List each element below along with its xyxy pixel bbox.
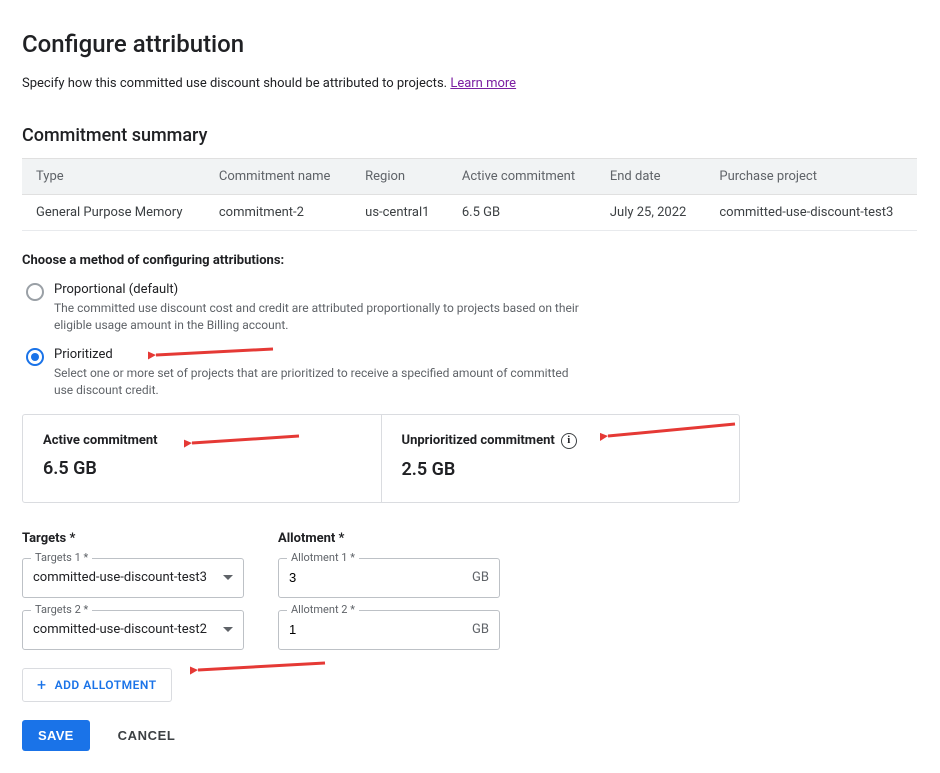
choose-method-label: Choose a method of configuring attributi… <box>22 253 918 268</box>
active-commitment-value: 6.5 GB <box>43 458 361 479</box>
chevron-down-icon <box>223 575 233 580</box>
targets-header: Targets * <box>22 531 244 546</box>
cancel-button[interactable]: CANCEL <box>114 720 180 751</box>
unprioritized-commitment-pane: Unprioritized commitment i 2.5 GB <box>381 415 740 502</box>
col-region: Region <box>351 159 448 195</box>
info-icon[interactable]: i <box>561 433 577 449</box>
targets-1-select[interactable]: Targets 1 * committed-use-discount-test3 <box>22 558 244 598</box>
intro-text: Specify how this committed use discount … <box>22 76 918 91</box>
cell-purchase-project: committed-use-discount-test3 <box>705 195 917 231</box>
cell-region: us-central1 <box>351 195 448 231</box>
radio-icon <box>26 348 44 366</box>
radio-prioritized[interactable]: Prioritized Select one or more set of pr… <box>26 347 586 400</box>
intro-body: Specify how this committed use discount … <box>22 76 450 91</box>
targets-1-value: committed-use-discount-test3 <box>33 570 207 585</box>
plus-icon: + <box>37 677 47 693</box>
radio-proportional-desc: The committed use discount cost and cred… <box>54 300 586 335</box>
targets-1-label: Targets 1 * <box>31 551 92 564</box>
allotment-1-input[interactable] <box>289 570 466 585</box>
table-row: General Purpose Memory commitment-2 us-c… <box>22 195 917 231</box>
active-commitment-pane: Active commitment 6.5 GB <box>23 415 381 502</box>
radio-prioritized-desc: Select one or more set of projects that … <box>54 365 586 400</box>
targets-2-label: Targets 2 * <box>31 603 92 616</box>
unit-label: GB <box>472 622 489 637</box>
col-commitment-name: Commitment name <box>205 159 351 195</box>
col-purchase-project: Purchase project <box>705 159 917 195</box>
add-allotment-label: ADD ALLOTMENT <box>55 678 157 692</box>
targets-2-value: committed-use-discount-test2 <box>33 622 207 637</box>
allotment-1-label: Allotment 1 * <box>287 551 359 564</box>
cell-type: General Purpose Memory <box>22 195 205 231</box>
allotment-2-label: Allotment 2 * <box>287 603 359 616</box>
add-allotment-button[interactable]: + ADD ALLOTMENT <box>22 668 172 702</box>
commitment-summary-heading: Commitment summary <box>22 125 918 146</box>
unit-label: GB <box>472 570 489 585</box>
cell-active-commitment: 6.5 GB <box>448 195 596 231</box>
allotment-2-field[interactable]: Allotment 2 * GB <box>278 610 500 650</box>
col-type: Type <box>22 159 205 195</box>
col-end-date: End date <box>596 159 706 195</box>
commitment-summary-table: Type Commitment name Region Active commi… <box>22 158 917 231</box>
radio-proportional[interactable]: Proportional (default) The committed use… <box>26 282 586 335</box>
active-commitment-label: Active commitment <box>43 433 361 448</box>
radio-prioritized-title: Prioritized <box>54 347 586 362</box>
commitment-panes: Active commitment 6.5 GB Unprioritized c… <box>22 414 740 503</box>
unprioritized-commitment-label: Unprioritized commitment <box>402 433 555 448</box>
radio-proportional-title: Proportional (default) <box>54 282 586 297</box>
col-active-commitment: Active commitment <box>448 159 596 195</box>
chevron-down-icon <box>223 627 233 632</box>
save-button[interactable]: SAVE <box>22 720 90 751</box>
allotment-2-input[interactable] <box>289 622 466 637</box>
cell-end-date: July 25, 2022 <box>596 195 706 231</box>
unprioritized-commitment-value: 2.5 GB <box>402 459 720 480</box>
targets-2-select[interactable]: Targets 2 * committed-use-discount-test2 <box>22 610 244 650</box>
allotment-header: Allotment * <box>278 531 500 546</box>
cell-commitment-name: commitment-2 <box>205 195 351 231</box>
allotment-1-field[interactable]: Allotment 1 * GB <box>278 558 500 598</box>
page-title: Configure attribution <box>22 30 918 58</box>
radio-icon <box>26 283 44 301</box>
learn-more-link[interactable]: Learn more <box>450 76 516 91</box>
